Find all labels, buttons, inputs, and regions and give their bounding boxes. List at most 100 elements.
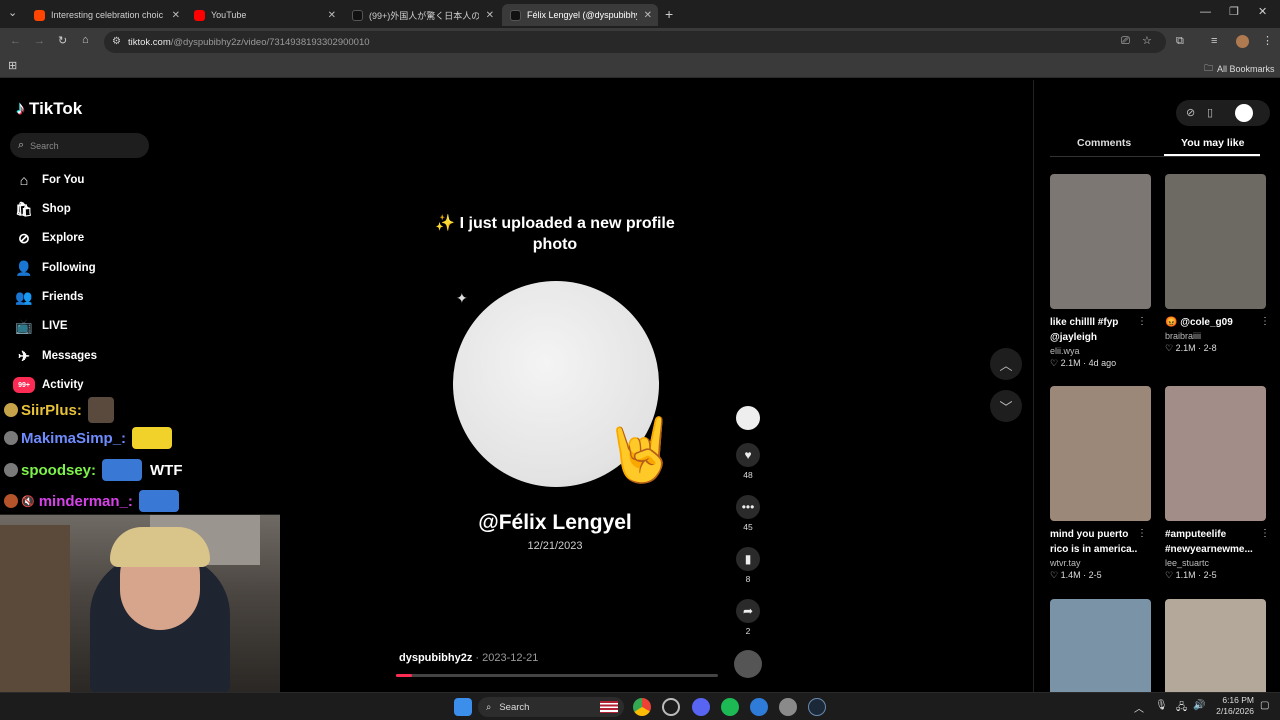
- all-bookmarks[interactable]: 🗀 All Bookmarks: [1204, 61, 1275, 77]
- search-input[interactable]: ⌕ Search: [10, 133, 149, 158]
- nav-item-activity[interactable]: 99+ Activity: [13, 377, 84, 393]
- video-card[interactable]: 😡 @cole_g09 braibraiiii ♡ 2.1M · 2-8 ⋮: [1165, 174, 1270, 354]
- nav-label: Activity: [42, 379, 84, 391]
- notifications-icon[interactable]: ▢: [1260, 700, 1269, 711]
- minimize-icon[interactable]: —: [1200, 7, 1211, 18]
- discord-icon[interactable]: [692, 698, 710, 716]
- close-window-icon[interactable]: ✕: [1258, 7, 1267, 18]
- tab-comments[interactable]: Comments: [1077, 137, 1131, 149]
- more-icon[interactable]: ⋮: [1260, 528, 1270, 539]
- tiktok-logo[interactable]: ♪ TikTok: [16, 98, 82, 119]
- separator: ·: [472, 652, 483, 664]
- chevron-down-icon: ﹀: [999, 399, 1013, 415]
- nav-label: LIVE: [42, 320, 68, 332]
- video-card[interactable]: [1050, 599, 1151, 692]
- windows-start-icon[interactable]: [454, 698, 472, 716]
- video-author[interactable]: dyspubibhy2z · 2023-12-21: [399, 652, 538, 664]
- video-meta: ♡ 2.1M · 4d ago: [1050, 358, 1117, 368]
- video-card[interactable]: like chillll #fyp @jayleigh elii.wya ♡ 2…: [1050, 174, 1151, 369]
- rock-hand-icon: 🤘: [602, 416, 680, 485]
- browser-tab-2[interactable]: YouTube ✕: [186, 4, 342, 26]
- tab-title: Félix Lengyel (@dyspubibhy2z: [527, 10, 637, 20]
- settings-icon[interactable]: [779, 698, 797, 716]
- clock[interactable]: 6:16 PM 2/16/2026: [1210, 695, 1254, 717]
- tray-chevron-icon[interactable]: ︿: [1134, 700, 1144, 715]
- profile-avatar[interactable]: [1236, 35, 1249, 48]
- chat-text: WTF: [150, 461, 183, 479]
- taskbar-search[interactable]: ⌕ Search: [478, 697, 624, 717]
- comment-button[interactable]: ••• 45: [736, 495, 760, 532]
- bookmark-star-icon[interactable]: ☆: [1142, 36, 1152, 47]
- share-button[interactable]: ➦ 2: [736, 599, 760, 636]
- save-button[interactable]: ▮ 8: [736, 547, 760, 584]
- spotify-icon[interactable]: [721, 698, 739, 716]
- close-icon[interactable]: ✕: [486, 10, 494, 21]
- nav-item-friends[interactable]: 👥 Friends: [15, 289, 83, 305]
- nav-label: Messages: [42, 350, 97, 362]
- creator-avatar[interactable]: [736, 406, 760, 430]
- close-icon[interactable]: ✕: [172, 10, 180, 21]
- bookmark-icon: ▮: [736, 547, 760, 571]
- clock-app-icon[interactable]: [662, 698, 680, 716]
- close-icon[interactable]: ✕: [644, 10, 652, 21]
- sound-disc[interactable]: [734, 650, 762, 678]
- more-icon[interactable]: ⋮: [1137, 528, 1147, 539]
- video-progress-bar[interactable]: [396, 674, 718, 677]
- nav-item-explore[interactable]: ⊘ Explore: [16, 230, 84, 246]
- nav-item-live[interactable]: 📺 LIVE: [15, 318, 68, 334]
- extensions-icon[interactable]: ⧉: [1176, 36, 1184, 47]
- explore-icon[interactable]: ⊘: [1186, 106, 1195, 119]
- home-icon[interactable]: ⌂: [82, 35, 89, 46]
- next-video-button[interactable]: ﹀: [990, 390, 1022, 422]
- browser-tab-3[interactable]: (99+)外国人が驚く日本人のノリの ✕: [344, 4, 500, 26]
- url-input[interactable]: ⚙ tiktok.com/@dyspubibhy2z/video/7314938…: [104, 31, 1166, 53]
- menu-kebab-icon[interactable]: ⋮: [1262, 36, 1273, 47]
- browser-tab-4-active[interactable]: Félix Lengyel (@dyspubibhy2z ✕: [502, 4, 658, 26]
- reading-list-icon[interactable]: ≡: [1211, 36, 1217, 47]
- video-progress-fill: [396, 674, 413, 677]
- back-icon[interactable]: ←: [10, 36, 21, 47]
- taskbar-search-label: Search: [499, 701, 530, 713]
- tab-you-may-like[interactable]: You may like: [1181, 137, 1244, 149]
- video-card[interactable]: [1165, 599, 1266, 692]
- new-tab-icon[interactable]: +: [665, 7, 673, 21]
- like-button[interactable]: ♥ 48: [736, 443, 760, 480]
- video-meta: ♡ 1.1M · 2-5: [1165, 570, 1217, 580]
- theme-toggle-icon[interactable]: [1235, 104, 1253, 122]
- video-card[interactable]: #amputeelife #newyearnewme... lee_stuart…: [1165, 386, 1270, 581]
- more-icon[interactable]: ⋮: [1260, 316, 1270, 327]
- more-icon[interactable]: ⋮: [1137, 316, 1147, 327]
- site-info-icon[interactable]: ⚙: [112, 37, 121, 47]
- bookmark-bar: ⊞ 🗀 All Bookmarks: [0, 56, 1280, 78]
- volume-icon[interactable]: 🔊: [1193, 700, 1205, 711]
- phone-icon[interactable]: ▯: [1207, 106, 1213, 119]
- microphone-icon[interactable]: 🎙: [1155, 700, 1168, 711]
- emote-image: [87, 397, 114, 423]
- restore-icon[interactable]: ❐: [1229, 7, 1239, 18]
- reload-icon[interactable]: ↻: [58, 36, 67, 47]
- youtube-favicon-icon: [194, 9, 205, 21]
- browser-tab-1[interactable]: Interesting celebration choice b ✕: [26, 4, 186, 26]
- nav-item-following[interactable]: 👤 Following: [15, 260, 95, 276]
- chat-badge-icon: [4, 463, 18, 477]
- chat-badge-icon: [4, 403, 18, 417]
- install-app-icon[interactable]: ⎚: [1121, 36, 1130, 47]
- like-count: 1.4M: [1060, 570, 1081, 580]
- messenger-icon[interactable]: [750, 698, 768, 716]
- chat-message: spoodsey: WTF: [4, 459, 183, 481]
- apps-grid-icon[interactable]: ⊞: [8, 61, 17, 72]
- close-icon[interactable]: ✕: [328, 10, 336, 21]
- nav-item-shop[interactable]: 🛍 Shop: [15, 201, 71, 217]
- network-icon[interactable]: 🖧: [1176, 700, 1187, 717]
- messages-icon: ✈: [18, 347, 30, 364]
- steam-icon[interactable]: [808, 698, 826, 716]
- forward-icon[interactable]: →: [34, 36, 45, 47]
- tab-search-icon[interactable]: ⌄: [8, 8, 17, 19]
- like-count: 2.1M: [1175, 343, 1196, 353]
- clock-date: 2/16/2026: [1216, 706, 1254, 716]
- nav-item-messages[interactable]: ✈ Messages: [16, 348, 97, 364]
- nav-item-for-you[interactable]: ⌂ For You: [16, 172, 85, 188]
- chrome-icon[interactable]: [633, 698, 651, 716]
- previous-video-button[interactable]: ︿: [990, 348, 1022, 380]
- video-card[interactable]: mind you puerto rico is in america.. wtv…: [1050, 386, 1151, 581]
